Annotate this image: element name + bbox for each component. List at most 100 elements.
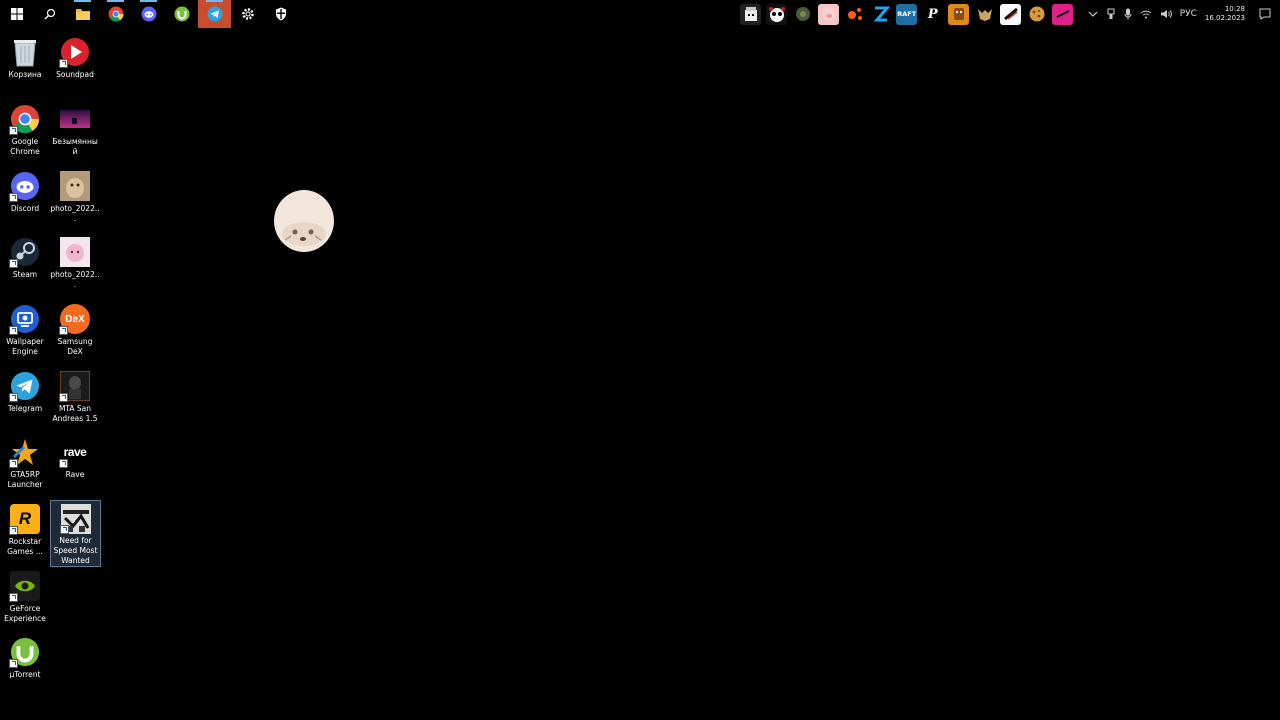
hamster-icon [274, 190, 334, 252]
file-explorer-button[interactable] [66, 0, 99, 28]
shortcut-arrow-icon [9, 393, 18, 402]
steam-icon [9, 236, 41, 268]
search-icon [44, 8, 55, 20]
tray-app-dots-icon[interactable] [844, 3, 866, 25]
desktop-icon-samsung-dex[interactable]: DeX Samsung DeX [50, 300, 100, 357]
desktop-icon-rave[interactable]: rave Rave [50, 433, 100, 480]
shortcut-arrow-icon [9, 459, 18, 468]
desktop-icon-untitled-image[interactable]: Безымянный [50, 100, 100, 157]
tray-app-magenta-icon[interactable] [1052, 3, 1074, 25]
desktop-icon-gta5rp-launcher[interactable]: GTA5RP Launcher [0, 433, 50, 490]
desktop-icon-label: Steam [12, 270, 38, 279]
network-icon[interactable] [1140, 9, 1152, 19]
windows-logo-icon [10, 8, 23, 20]
desktop-icon-discord[interactable]: Discord [0, 167, 50, 214]
discord-icon [9, 170, 41, 202]
desktop-icon-label: MTA San Andreas 1.5 [52, 404, 98, 423]
desktop-icon-telegram[interactable]: Telegram [0, 367, 50, 414]
rockstar-icon: R [9, 503, 41, 535]
gear-icon [241, 8, 254, 20]
chrome-icon [108, 6, 124, 22]
gta5rp-icon [9, 436, 41, 468]
desktop-icon-photo-2[interactable]: photo_2022... [50, 233, 100, 290]
settings-button[interactable] [231, 0, 264, 28]
shortcut-arrow-icon [9, 193, 18, 202]
desktop-icon-soundpad[interactable]: Soundpad [50, 33, 100, 80]
telegram-icon [9, 370, 41, 402]
mta-icon [59, 370, 91, 402]
desktop-icon-label: Soundpad [56, 70, 94, 79]
desktop-pet-hamster[interactable] [273, 188, 336, 254]
desktop-icon-steam[interactable]: Steam [0, 233, 50, 280]
shortcut-arrow-icon [9, 526, 18, 535]
desktop-icon-geforce-experience[interactable]: GeForce Experience [0, 567, 50, 624]
desktop-icon-google-chrome[interactable]: Google Chrome [0, 100, 50, 157]
tray-app-gecko-icon[interactable] [792, 3, 814, 25]
clock-date: 16.02.2023 [1204, 14, 1245, 22]
tray-app-raft-icon[interactable]: RAFT [896, 3, 918, 25]
soundpad-icon [59, 36, 91, 68]
speaker-icon[interactable] [1160, 9, 1172, 19]
start-button[interactable] [0, 0, 33, 28]
telegram-icon [207, 6, 222, 22]
chrome-icon [9, 103, 41, 135]
desktop-icon-label: GTA5RP Launcher [7, 470, 43, 489]
desktop-icon-label: µTorrent [9, 670, 41, 679]
clock-time: 10:28 [1224, 5, 1245, 13]
desktop-icon-wallpaper-engine[interactable]: Wallpaper Engine [0, 300, 50, 357]
utorrent-icon [174, 6, 189, 22]
desktop-icon-label: Безымянный [52, 137, 98, 156]
folder-icon [75, 9, 90, 20]
chrome-button[interactable] [99, 0, 132, 28]
clock[interactable]: 10:28 16.02.2023 [1205, 5, 1245, 23]
desktop-icon-photo-1[interactable]: photo_2022... [50, 167, 100, 224]
nfs-icon [59, 504, 92, 534]
system-tray: RAFT P РУС 10:28 16.02.2023 [738, 0, 1280, 28]
shortcut-arrow-icon [59, 393, 68, 402]
desktop-icon-label: photo_2022... [50, 204, 100, 223]
image-file-icon [59, 103, 91, 135]
photo-icon [59, 236, 91, 268]
wallpaper-engine-icon [9, 303, 41, 335]
tray-app-chef-icon[interactable] [740, 3, 762, 25]
tray-app-race-icon[interactable] [1000, 3, 1022, 25]
desktop-icon-recycle-bin[interactable]: Корзина [0, 33, 50, 80]
recycle-bin-icon [9, 36, 41, 68]
desktop-icon-mta[interactable]: MTA San Andreas 1.5 [50, 367, 100, 424]
tray-app-z-icon[interactable] [870, 3, 892, 25]
notifications-icon[interactable] [1259, 8, 1271, 20]
desktop-icon-rockstar-games[interactable]: R Rockstar Games ... [0, 500, 50, 557]
chevron-up-icon[interactable] [1088, 10, 1098, 18]
telegram-button[interactable] [198, 0, 231, 28]
shortcut-arrow-icon [9, 259, 18, 268]
desktop-icon-label: Rave [65, 470, 85, 479]
tray-app-cookie-icon[interactable] [1026, 3, 1048, 25]
desktop-icon-label: Google Chrome [10, 137, 40, 156]
security-button[interactable] [264, 0, 297, 28]
shield-icon [275, 7, 286, 21]
shortcut-arrow-icon [59, 525, 69, 534]
tray-app-orange-icon[interactable] [948, 3, 970, 25]
language-indicator[interactable]: РУС [1180, 9, 1197, 19]
desktop-icon-label: Rockstar Games ... [7, 537, 43, 556]
desktop-icon-label: Корзина [8, 70, 42, 79]
geforce-icon [9, 570, 41, 602]
usb-icon[interactable] [1106, 8, 1116, 20]
microphone-icon[interactable] [1124, 8, 1132, 20]
tray-app-wolf-icon[interactable] [974, 3, 996, 25]
desktop-icon-need-for-speed[interactable]: Need for Speed Most Wanted [50, 500, 101, 567]
discord-button[interactable] [132, 0, 165, 28]
shortcut-arrow-icon [59, 326, 68, 335]
taskbar: RAFT P РУС 10:28 16.02.2023 [0, 0, 1280, 28]
utorrent-icon [9, 636, 41, 668]
desktop-icon-label: Samsung DeX [57, 337, 93, 356]
shortcut-arrow-icon [9, 593, 18, 602]
tray-app-p-icon[interactable]: P [922, 3, 944, 25]
desktop-icon-label: photo_2022... [50, 270, 100, 289]
utorrent-button[interactable] [165, 0, 198, 28]
desktop-icon-utorrent[interactable]: µTorrent [0, 633, 50, 680]
shortcut-arrow-icon [59, 59, 68, 68]
tray-app-pig-icon[interactable] [818, 3, 840, 25]
search-button[interactable] [33, 0, 66, 28]
tray-app-panda-icon[interactable] [766, 3, 788, 25]
